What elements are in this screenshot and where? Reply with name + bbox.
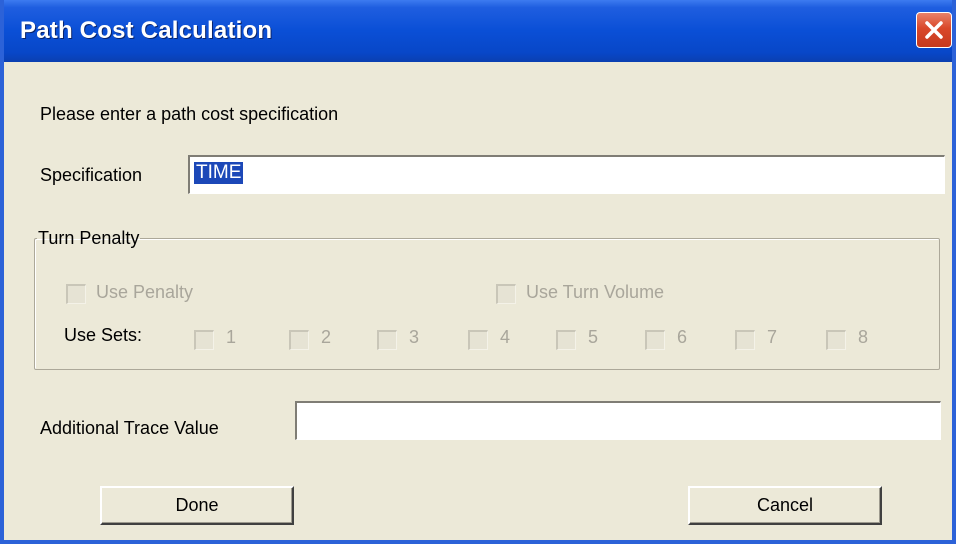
turn-penalty-legend: Turn Penalty: [38, 228, 140, 248]
use-penalty-checkbox[interactable]: [66, 284, 86, 304]
specification-label: Specification: [40, 165, 143, 185]
use-set-6-label: 6: [677, 327, 688, 347]
use-set-6-checkbox[interactable]: [645, 330, 665, 350]
use-set-7-checkbox[interactable]: [735, 330, 755, 350]
use-set-4-label: 4: [500, 327, 511, 347]
use-set-5-label: 5: [588, 327, 599, 347]
window-title: Path Cost Calculation: [20, 17, 273, 44]
use-set-7-label: 7: [767, 327, 778, 347]
use-turn-volume-checkbox[interactable]: [496, 284, 516, 304]
use-set-5-checkbox[interactable]: [556, 330, 576, 350]
use-set-4-checkbox[interactable]: [468, 330, 488, 350]
use-set-3-checkbox[interactable]: [377, 330, 397, 350]
use-set-2-label: 2: [321, 327, 332, 347]
additional-trace-label: Additional Trace Value: [40, 418, 219, 438]
use-sets-label: Use Sets:: [64, 325, 143, 345]
use-set-1-checkbox[interactable]: [194, 330, 214, 350]
use-set-8-label: 8: [858, 327, 869, 347]
use-set-2-checkbox[interactable]: [289, 330, 309, 350]
done-button[interactable]: Done: [100, 486, 294, 525]
specification-input[interactable]: TIME: [188, 155, 945, 194]
specification-value: TIME: [194, 162, 244, 184]
use-set-8-checkbox[interactable]: [826, 330, 846, 350]
cancel-button[interactable]: Cancel: [688, 486, 882, 525]
use-penalty-label: Use Penalty: [96, 282, 194, 302]
path-cost-dialog: Path Cost Calculation Please enter a pat…: [0, 0, 956, 544]
close-button[interactable]: [916, 12, 952, 48]
use-turn-volume-label: Use Turn Volume: [526, 282, 665, 302]
title-bar[interactable]: Path Cost Calculation: [4, 0, 952, 62]
instruction-text: Please enter a path cost specification: [40, 104, 339, 124]
additional-trace-input[interactable]: [295, 401, 941, 440]
use-set-3-label: 3: [409, 327, 420, 347]
use-set-1-label: 1: [226, 327, 237, 347]
